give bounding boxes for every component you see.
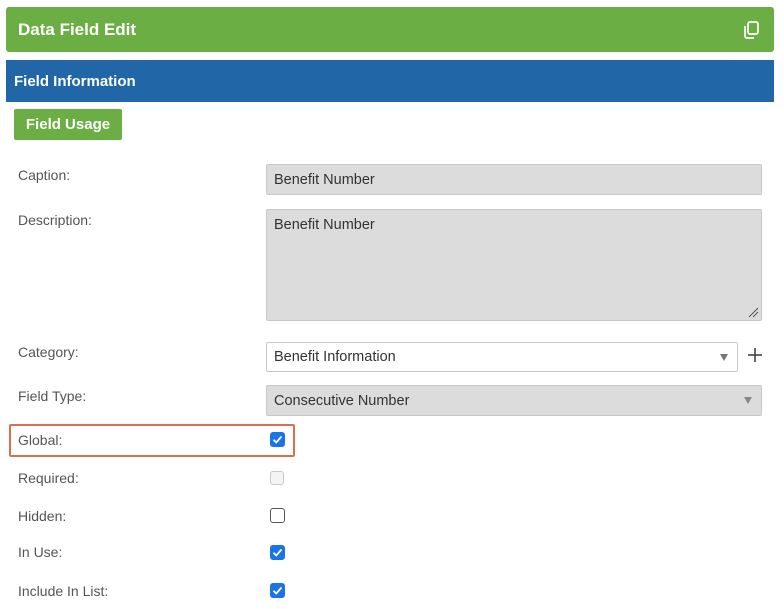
caption-field: Benefit Number (266, 164, 762, 195)
global-label: Global: (18, 432, 63, 448)
copy-icon[interactable] (740, 19, 762, 41)
field-type-label: Field Type: (18, 388, 87, 404)
hidden-checkbox[interactable] (270, 508, 285, 523)
field-usage-button[interactable]: Field Usage (14, 109, 122, 140)
add-category-icon[interactable] (746, 346, 764, 364)
caption-value: Benefit Number (274, 171, 375, 188)
in-use-checkbox[interactable] (270, 545, 285, 560)
global-checkbox[interactable] (270, 432, 285, 447)
category-label: Category: (18, 344, 79, 360)
in-use-label: In Use: (18, 544, 63, 560)
panel-header: Data Field Edit (6, 7, 774, 52)
checkmark-icon (272, 435, 283, 444)
chevron-down-icon (720, 354, 728, 361)
panel-title: Data Field Edit (18, 19, 137, 39)
include-in-list-checkbox[interactable] (270, 583, 285, 598)
field-type-select: Consecutive Number (266, 385, 762, 416)
category-select[interactable]: Benefit Information (266, 342, 738, 372)
category-value: Benefit Information (274, 349, 396, 365)
required-checkbox (270, 471, 284, 485)
chevron-down-icon (744, 397, 752, 404)
resize-grip-icon (748, 307, 759, 318)
section-title: Field Information (14, 72, 136, 90)
required-label: Required: (18, 470, 79, 486)
checkmark-icon (272, 548, 283, 557)
section-header: Field Information (6, 60, 774, 102)
hidden-label: Hidden: (18, 508, 67, 524)
include-in-list-label: Include In List: (18, 583, 109, 599)
description-label: Description: (18, 212, 92, 228)
checkmark-icon (272, 586, 283, 595)
field-type-value: Consecutive Number (274, 392, 410, 409)
description-value: Benefit Number (274, 217, 375, 233)
description-field: Benefit Number (266, 209, 762, 321)
caption-label: Caption: (18, 167, 71, 183)
